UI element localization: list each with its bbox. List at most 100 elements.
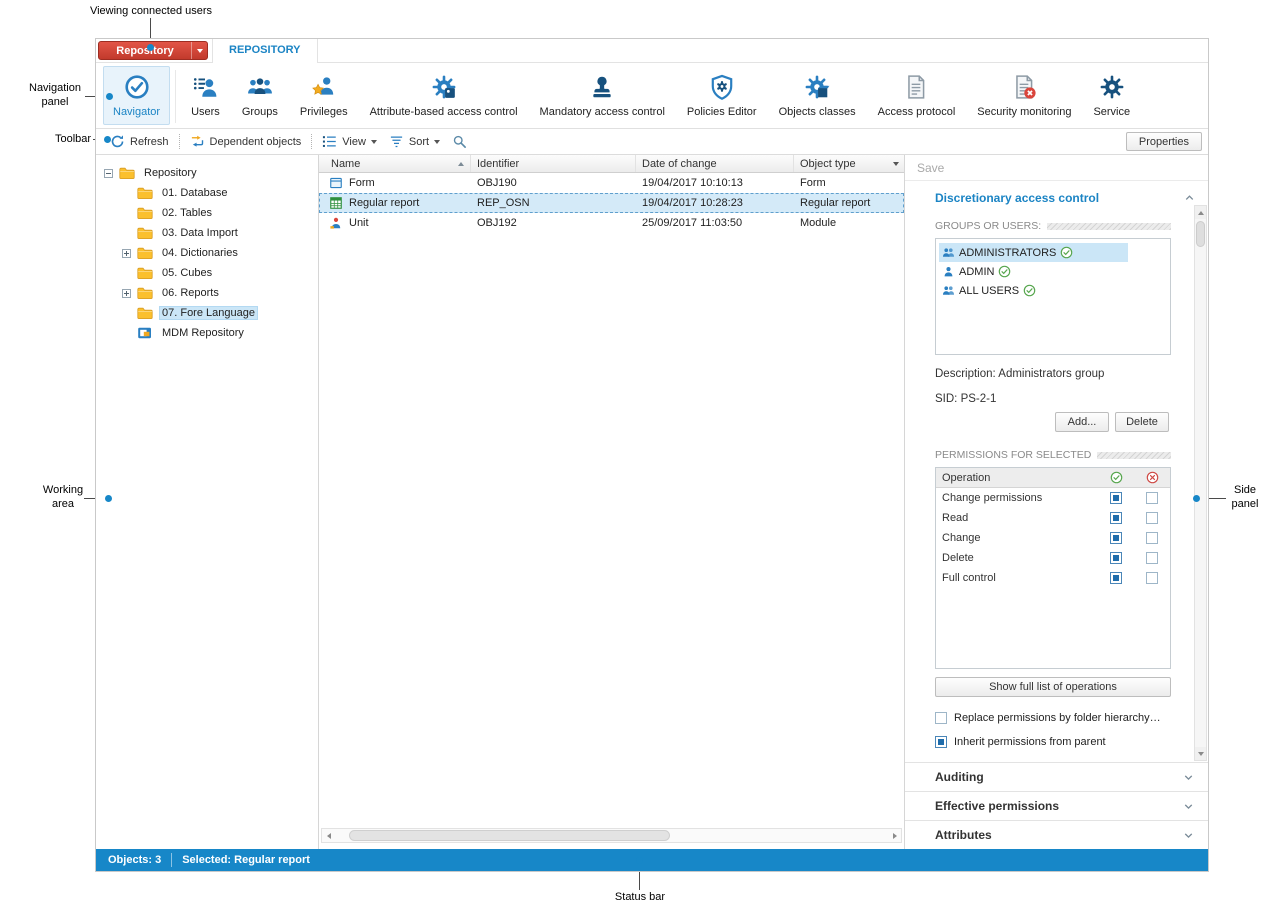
chevron-down-icon (1182, 800, 1195, 813)
ribbon-item-users[interactable]: Users (181, 66, 230, 125)
tree-item-fore-language[interactable]: 07. Fore Language (96, 303, 318, 323)
deny-checkbox[interactable] (1146, 512, 1158, 524)
inherit-permissions-checkbox-row[interactable]: Inherit permissions from parent (935, 736, 1171, 748)
tree-item-database[interactable]: 01. Database (96, 183, 318, 203)
table-row-selected[interactable]: Regular report REP_OSN 19/04/2017 10:28:… (319, 193, 904, 213)
add-button[interactable]: Add... (1055, 412, 1109, 432)
annotation-side-panel: Side panel (1226, 484, 1264, 512)
ribbon-item-navigator[interactable]: Navigator (103, 66, 170, 125)
delete-button[interactable]: Delete (1115, 412, 1169, 432)
column-chooser-button[interactable] (888, 155, 904, 172)
collapse-icon[interactable] (104, 169, 113, 178)
tree-item-dictionaries[interactable]: 04. Dictionaries (96, 243, 318, 263)
report-icon (329, 196, 343, 210)
tree-item-label: 05. Cubes (159, 266, 215, 280)
deny-checkbox[interactable] (1146, 572, 1158, 584)
list-item-admin[interactable]: ADMIN (939, 262, 1170, 281)
chevron-up-icon[interactable] (1183, 191, 1196, 204)
view-dropdown[interactable]: View (316, 132, 383, 151)
folder-icon (137, 206, 153, 220)
ribbon-item-groups[interactable]: Groups (232, 66, 288, 125)
section-auditing[interactable]: Auditing (905, 762, 1208, 791)
tree-item-cubes[interactable]: 05. Cubes (96, 263, 318, 283)
table-row[interactable]: Unit OBJ192 25/09/2017 11:03:50 Module (319, 213, 904, 233)
section-attributes[interactable]: Attributes (905, 820, 1208, 849)
list-item-all-users[interactable]: ALL USERS (939, 281, 1170, 300)
replace-permissions-checkbox[interactable] (935, 712, 947, 724)
dependent-objects-button[interactable]: Dependent objects (184, 132, 308, 151)
inherit-permissions-checkbox[interactable] (935, 736, 947, 748)
callout-dot (104, 136, 111, 143)
sort-dropdown[interactable]: Sort (383, 132, 446, 151)
description-label: Description: (935, 368, 996, 380)
expand-icon[interactable] (122, 249, 131, 258)
column-header-identifier[interactable]: Identifier (471, 155, 636, 172)
table-row[interactable]: Form OBJ190 19/04/2017 10:10:13 Form (319, 173, 904, 193)
permissions-label-row: PERMISSIONS FOR SELECTED (935, 449, 1171, 461)
column-header-date-of-change[interactable]: Date of change (636, 155, 794, 172)
shield-gear-icon (709, 74, 735, 100)
scroll-left-icon[interactable] (322, 829, 335, 842)
replace-permissions-checkbox-row[interactable]: Replace permissions by folder hierarchy… (935, 712, 1171, 724)
tree-item-mdm-repository[interactable]: MDM Repository (96, 323, 318, 343)
scrollbar-thumb[interactable] (349, 830, 670, 841)
column-header-name[interactable]: Name (319, 155, 471, 172)
vertical-scrollbar[interactable] (1194, 205, 1207, 761)
refresh-button[interactable]: Refresh (104, 132, 175, 151)
tree-item-reports[interactable]: 06. Reports (96, 283, 318, 303)
ribbon-item-objects-classes[interactable]: Objects classes (769, 66, 866, 125)
list-item-administrators[interactable]: ADMINISTRATORS (939, 243, 1128, 262)
ribbon-item-service[interactable]: Service (1083, 66, 1140, 125)
ribbon-item-access-protocol[interactable]: Access protocol (868, 66, 966, 125)
scrollbar-thumb[interactable] (1196, 221, 1205, 247)
deny-checkbox[interactable] (1146, 532, 1158, 544)
save-button[interactable]: Save (905, 155, 1208, 181)
column-header-object-type[interactable]: Object type (794, 155, 888, 172)
cell-identifier: OBJ190 (471, 177, 636, 189)
tree-item-repository[interactable]: Repository (96, 163, 318, 183)
scroll-right-icon[interactable] (888, 829, 901, 842)
inherit-permissions-label: Inherit permissions from parent (954, 736, 1106, 748)
scroll-up-icon[interactable] (1195, 206, 1206, 219)
ribbon-item-attribute-based-access-control[interactable]: Attribute-based access control (360, 66, 528, 125)
ribbon-item-security-monitoring[interactable]: Security monitoring (967, 66, 1081, 125)
deny-column-icon (1146, 471, 1159, 484)
allow-checkbox[interactable] (1110, 552, 1122, 564)
deny-checkbox[interactable] (1146, 552, 1158, 564)
properties-button[interactable]: Properties (1126, 132, 1202, 151)
groups-users-list[interactable]: ADMINISTRATORS ADMIN ALL USERS (935, 238, 1171, 355)
deny-checkbox[interactable] (1146, 492, 1158, 504)
tab-repository[interactable]: REPOSITORY (212, 39, 318, 63)
stamp-icon (589, 74, 615, 100)
allow-checkbox[interactable] (1110, 572, 1122, 584)
dropdown-caret-icon[interactable] (191, 42, 207, 59)
chevron-down-icon (371, 140, 377, 144)
section-title: Attributes (935, 828, 992, 842)
show-full-list-button[interactable]: Show full list of operations (935, 677, 1171, 697)
operation-column-header: Operation (936, 472, 1098, 484)
ribbon-item-label: Service (1093, 106, 1130, 118)
tree-item-data-import[interactable]: 03. Data Import (96, 223, 318, 243)
allow-checkbox[interactable] (1110, 492, 1122, 504)
allow-checkbox[interactable] (1110, 532, 1122, 544)
scroll-down-icon[interactable] (1195, 747, 1206, 760)
folder-icon (137, 186, 153, 200)
ribbon-item-mandatory-access-control[interactable]: Mandatory access control (530, 66, 675, 125)
expand-icon[interactable] (122, 289, 131, 298)
search-button[interactable] (446, 132, 473, 151)
ribbon-item-label: Privileges (300, 106, 348, 118)
ribbon-item-label: Mandatory access control (540, 106, 665, 118)
toolbar-separator (179, 134, 180, 149)
permissions-label: PERMISSIONS FOR SELECTED (935, 449, 1091, 461)
tree-item-tables[interactable]: 02. Tables (96, 203, 318, 223)
allow-checkbox[interactable] (1110, 512, 1122, 524)
scrollbar-track[interactable] (335, 829, 888, 842)
ribbon-item-privileges[interactable]: Privileges (290, 66, 358, 125)
repository-menu-button[interactable]: Repository (98, 41, 208, 60)
view-icon (322, 134, 337, 149)
gear-cube-icon (804, 74, 830, 100)
section-discretionary-access-control[interactable]: Discretionary access control (905, 181, 1208, 212)
horizontal-scrollbar[interactable] (321, 828, 902, 843)
ribbon-item-policies-editor[interactable]: Policies Editor (677, 66, 767, 125)
section-effective-permissions[interactable]: Effective permissions (905, 791, 1208, 820)
